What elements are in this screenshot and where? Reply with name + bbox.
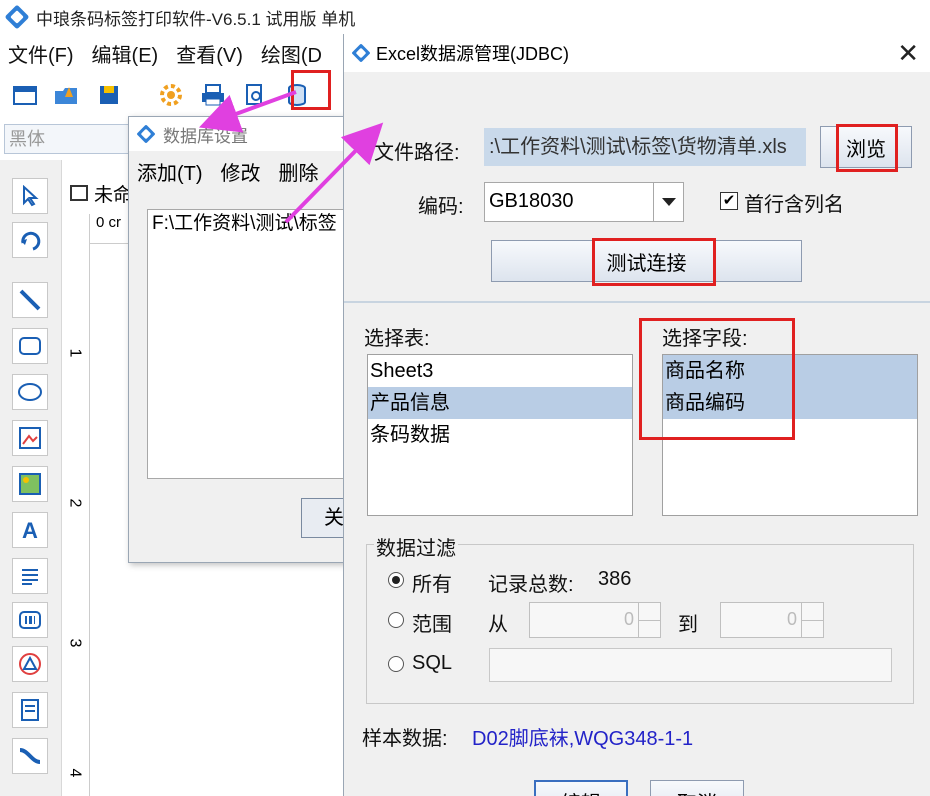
field-list[interactable]: 商品名称 商品编码 — [662, 354, 918, 516]
list-item[interactable]: 产品信息 — [368, 387, 632, 419]
menu-view[interactable]: 查看(V) — [176, 39, 243, 68]
app-title-bar: 中琅条码标签打印软件-V6.5.1 试用版 单机 — [0, 0, 930, 34]
encoding-label: 编码: — [418, 196, 464, 218]
document-icon — [70, 185, 88, 201]
left-tool-palette: A — [0, 160, 62, 796]
line-tool-icon[interactable] — [12, 282, 48, 318]
first-row-header-checkbox[interactable]: ✔ — [720, 192, 738, 210]
list-item[interactable]: 商品编码 — [663, 387, 917, 419]
text-tool-icon[interactable]: A — [12, 512, 48, 548]
table-tool-icon[interactable] — [12, 692, 48, 728]
font-select[interactable]: 黑体 — [4, 124, 134, 154]
from-label: 从 — [488, 614, 508, 636]
curve-tool-icon[interactable] — [12, 738, 48, 774]
filter-range-radio[interactable] — [388, 612, 404, 628]
canvas-tab-label: 未命 — [94, 184, 133, 206]
ruler-mark: 4 — [66, 768, 84, 778]
dialog-title: Excel数据源管理(JDBC) — [376, 44, 570, 64]
horizontal-ruler: 0 cr — [90, 214, 130, 244]
image-tool-icon[interactable] — [12, 420, 48, 456]
database-settings-title: 数据库设置 — [163, 126, 248, 146]
chevron-down-icon[interactable] — [653, 183, 683, 221]
filter-sql-radio[interactable] — [388, 656, 404, 672]
to-value: 0 — [786, 609, 797, 629]
excel-datasource-dialog: Excel数据源管理(JDBC) ✕ 文件路径: :\工作资料\测试\标签\货物… — [343, 34, 930, 796]
record-total-value: 386 — [598, 568, 632, 590]
filter-group-label: 数据过滤 — [374, 532, 458, 561]
open-folder-icon[interactable] — [50, 78, 84, 112]
app-logo-icon — [136, 124, 156, 144]
filter-range-label: 范围 — [412, 614, 452, 636]
menu-file[interactable]: 文件(F) — [8, 39, 74, 68]
list-item[interactable]: F:\工作资料\测试\标签 — [148, 210, 366, 238]
print-preview-icon[interactable] — [238, 78, 272, 112]
list-item[interactable]: 条码数据 — [368, 419, 632, 451]
settings-gear-icon[interactable] — [154, 78, 188, 112]
shape-tool-icon[interactable] — [12, 646, 48, 682]
database-settings-title-bar: 数据库设置 — [129, 117, 367, 151]
database-settings-window: 数据库设置 添加(T) 修改 删除 F:\工作资料\测试\标签 关 — [128, 116, 368, 563]
select-field-label: 选择字段: — [662, 328, 748, 350]
from-stepper[interactable]: 0 — [529, 602, 661, 638]
ruler-mark: 1 — [66, 348, 84, 358]
select-table-label: 选择表: — [364, 328, 430, 350]
table-list[interactable]: Sheet3 产品信息 条码数据 — [367, 354, 633, 516]
sql-input[interactable] — [489, 648, 892, 682]
select-arrow-icon[interactable] — [12, 178, 48, 214]
rich-text-tool-icon[interactable] — [12, 558, 48, 594]
svg-text:A: A — [22, 518, 38, 542]
dialog-title-bar: Excel数据源管理(JDBC) ✕ — [344, 34, 930, 72]
divider — [344, 301, 930, 303]
save-icon[interactable] — [92, 78, 126, 112]
ellipse-tool-icon[interactable] — [12, 374, 48, 410]
list-item[interactable]: 商品名称 — [663, 355, 917, 387]
database-icon[interactable] — [280, 78, 314, 112]
list-item[interactable]: Sheet3 — [368, 355, 632, 387]
ruler-mark: 2 — [66, 498, 84, 508]
filter-sql-label: SQL — [412, 652, 453, 674]
print-icon[interactable] — [196, 78, 230, 112]
first-row-header-label: 首行含列名 — [744, 194, 844, 216]
to-stepper[interactable]: 0 — [720, 602, 824, 638]
vertical-ruler: 1 2 3 4 — [64, 214, 90, 796]
new-document-icon[interactable] — [8, 78, 42, 112]
from-value: 0 — [623, 609, 634, 629]
record-total-label: 记录总数: — [488, 574, 574, 596]
stepper-arrows-icon[interactable] — [638, 603, 661, 637]
menu-draw[interactable]: 绘图(D — [261, 39, 322, 68]
database-settings-menu: 添加(T) 修改 删除 — [129, 151, 367, 191]
file-path-input[interactable]: :\工作资料\测试\标签\货物清单.xls — [484, 128, 806, 166]
canvas-tab[interactable]: 未命 — [66, 176, 136, 210]
menu-edit[interactable]: 编辑(E) — [92, 39, 159, 68]
browse-button[interactable]: 浏览 — [820, 126, 912, 168]
sample-data-value: D02脚底袜,WQG348-1-1 — [472, 728, 694, 750]
picture-tool-icon[interactable] — [12, 466, 48, 502]
stepper-arrows-icon[interactable] — [801, 603, 824, 637]
menu-modify[interactable]: 修改 — [221, 157, 261, 186]
to-label: 到 — [678, 614, 698, 636]
app-logo-icon — [4, 4, 30, 30]
filter-all-radio[interactable] — [388, 572, 404, 588]
edit-button[interactable]: 编辑 — [534, 780, 628, 796]
app-toolbar — [0, 72, 345, 118]
app-title: 中琅条码标签打印软件-V6.5.1 试用版 单机 — [36, 9, 356, 29]
data-source-list[interactable]: F:\工作资料\测试\标签 — [147, 209, 367, 479]
menu-delete[interactable]: 删除 — [279, 157, 319, 186]
file-path-label: 文件路径: — [374, 142, 460, 164]
menu-add[interactable]: 添加(T) — [137, 157, 203, 186]
sample-data-label: 样本数据: — [362, 728, 448, 750]
close-icon[interactable]: ✕ — [897, 38, 919, 69]
barcode-tool-icon[interactable] — [12, 602, 48, 638]
cancel-button[interactable]: 取消 — [650, 780, 744, 796]
app-logo-icon — [351, 43, 371, 63]
ruler-mark: 3 — [66, 638, 84, 648]
rotate-icon[interactable] — [12, 222, 48, 258]
dialog-body: 文件路径: :\工作资料\测试\标签\货物清单.xls 浏览 编码: GB180… — [344, 72, 930, 796]
rounded-rect-tool-icon[interactable] — [12, 328, 48, 364]
filter-all-label: 所有 — [412, 574, 452, 596]
test-connection-button[interactable]: 测试连接 — [491, 240, 802, 282]
